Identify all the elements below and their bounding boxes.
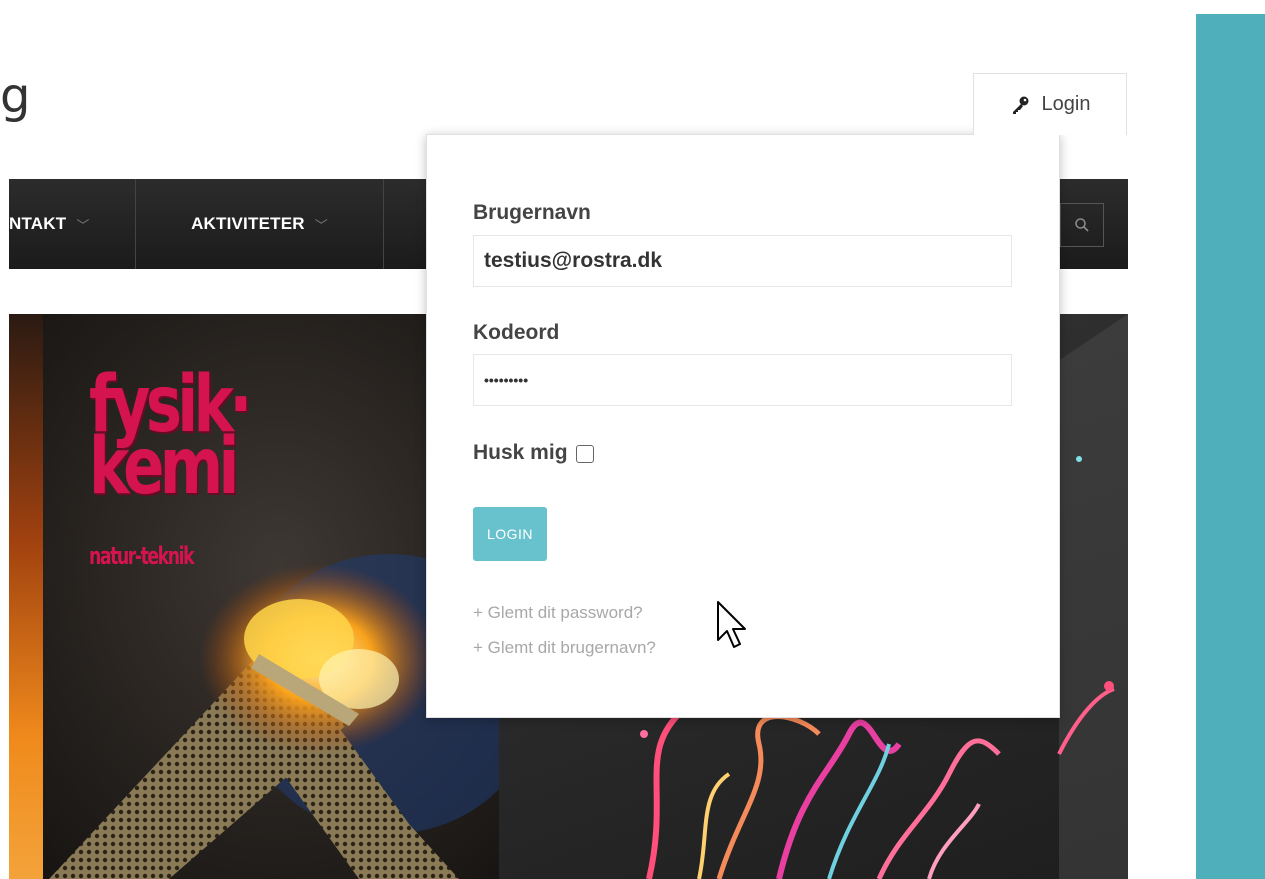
forgot-password-link[interactable]: + Glemt dit password? bbox=[473, 603, 643, 623]
nav-item-kontakt[interactable]: NTAKT ﹀ bbox=[9, 179, 136, 269]
chevron-down-icon: ﹀ bbox=[76, 217, 90, 233]
search-icon bbox=[1075, 218, 1089, 232]
login-submit-button[interactable]: LOGIN bbox=[473, 507, 547, 561]
book-title: fysik· kemi bbox=[89, 366, 252, 512]
nav-item-label: NTAKT bbox=[9, 214, 67, 233]
password-label: Kodeord bbox=[473, 321, 560, 344]
book-subtitle: natur-teknik bbox=[89, 542, 195, 570]
key-icon bbox=[1012, 96, 1029, 114]
chevron-down-icon: ﹀ bbox=[314, 217, 328, 233]
sidebar-accent-panel bbox=[1196, 14, 1265, 879]
login-toggle-label: Login bbox=[1041, 93, 1091, 115]
forgot-username-link[interactable]: + Glemt dit brugernavn? bbox=[473, 638, 656, 658]
username-label: Brugernavn bbox=[473, 201, 591, 224]
search-button[interactable] bbox=[1060, 203, 1104, 247]
remember-me-label: Husk mig bbox=[473, 441, 568, 464]
username-input[interactable] bbox=[473, 235, 1012, 287]
nav-item-label: AKTIVITETER bbox=[191, 214, 305, 233]
login-toggle-button[interactable]: Login bbox=[973, 73, 1127, 135]
nav-item-aktiviteter[interactable]: AKTIVITETER ﹀ bbox=[136, 179, 384, 269]
book-title-line: kemi bbox=[89, 422, 239, 512]
password-input[interactable] bbox=[473, 354, 1012, 406]
mouse-cursor-icon bbox=[717, 601, 746, 648]
site-logo-fragment[interactable]: g bbox=[0, 72, 30, 120]
remember-me-checkbox[interactable] bbox=[575, 445, 594, 463]
page: g Login NTAKT ﹀ AKTIVITETER ﹀ fysik· kem… bbox=[0, 0, 1265, 879]
remember-me-row: Husk mig bbox=[473, 441, 594, 465]
